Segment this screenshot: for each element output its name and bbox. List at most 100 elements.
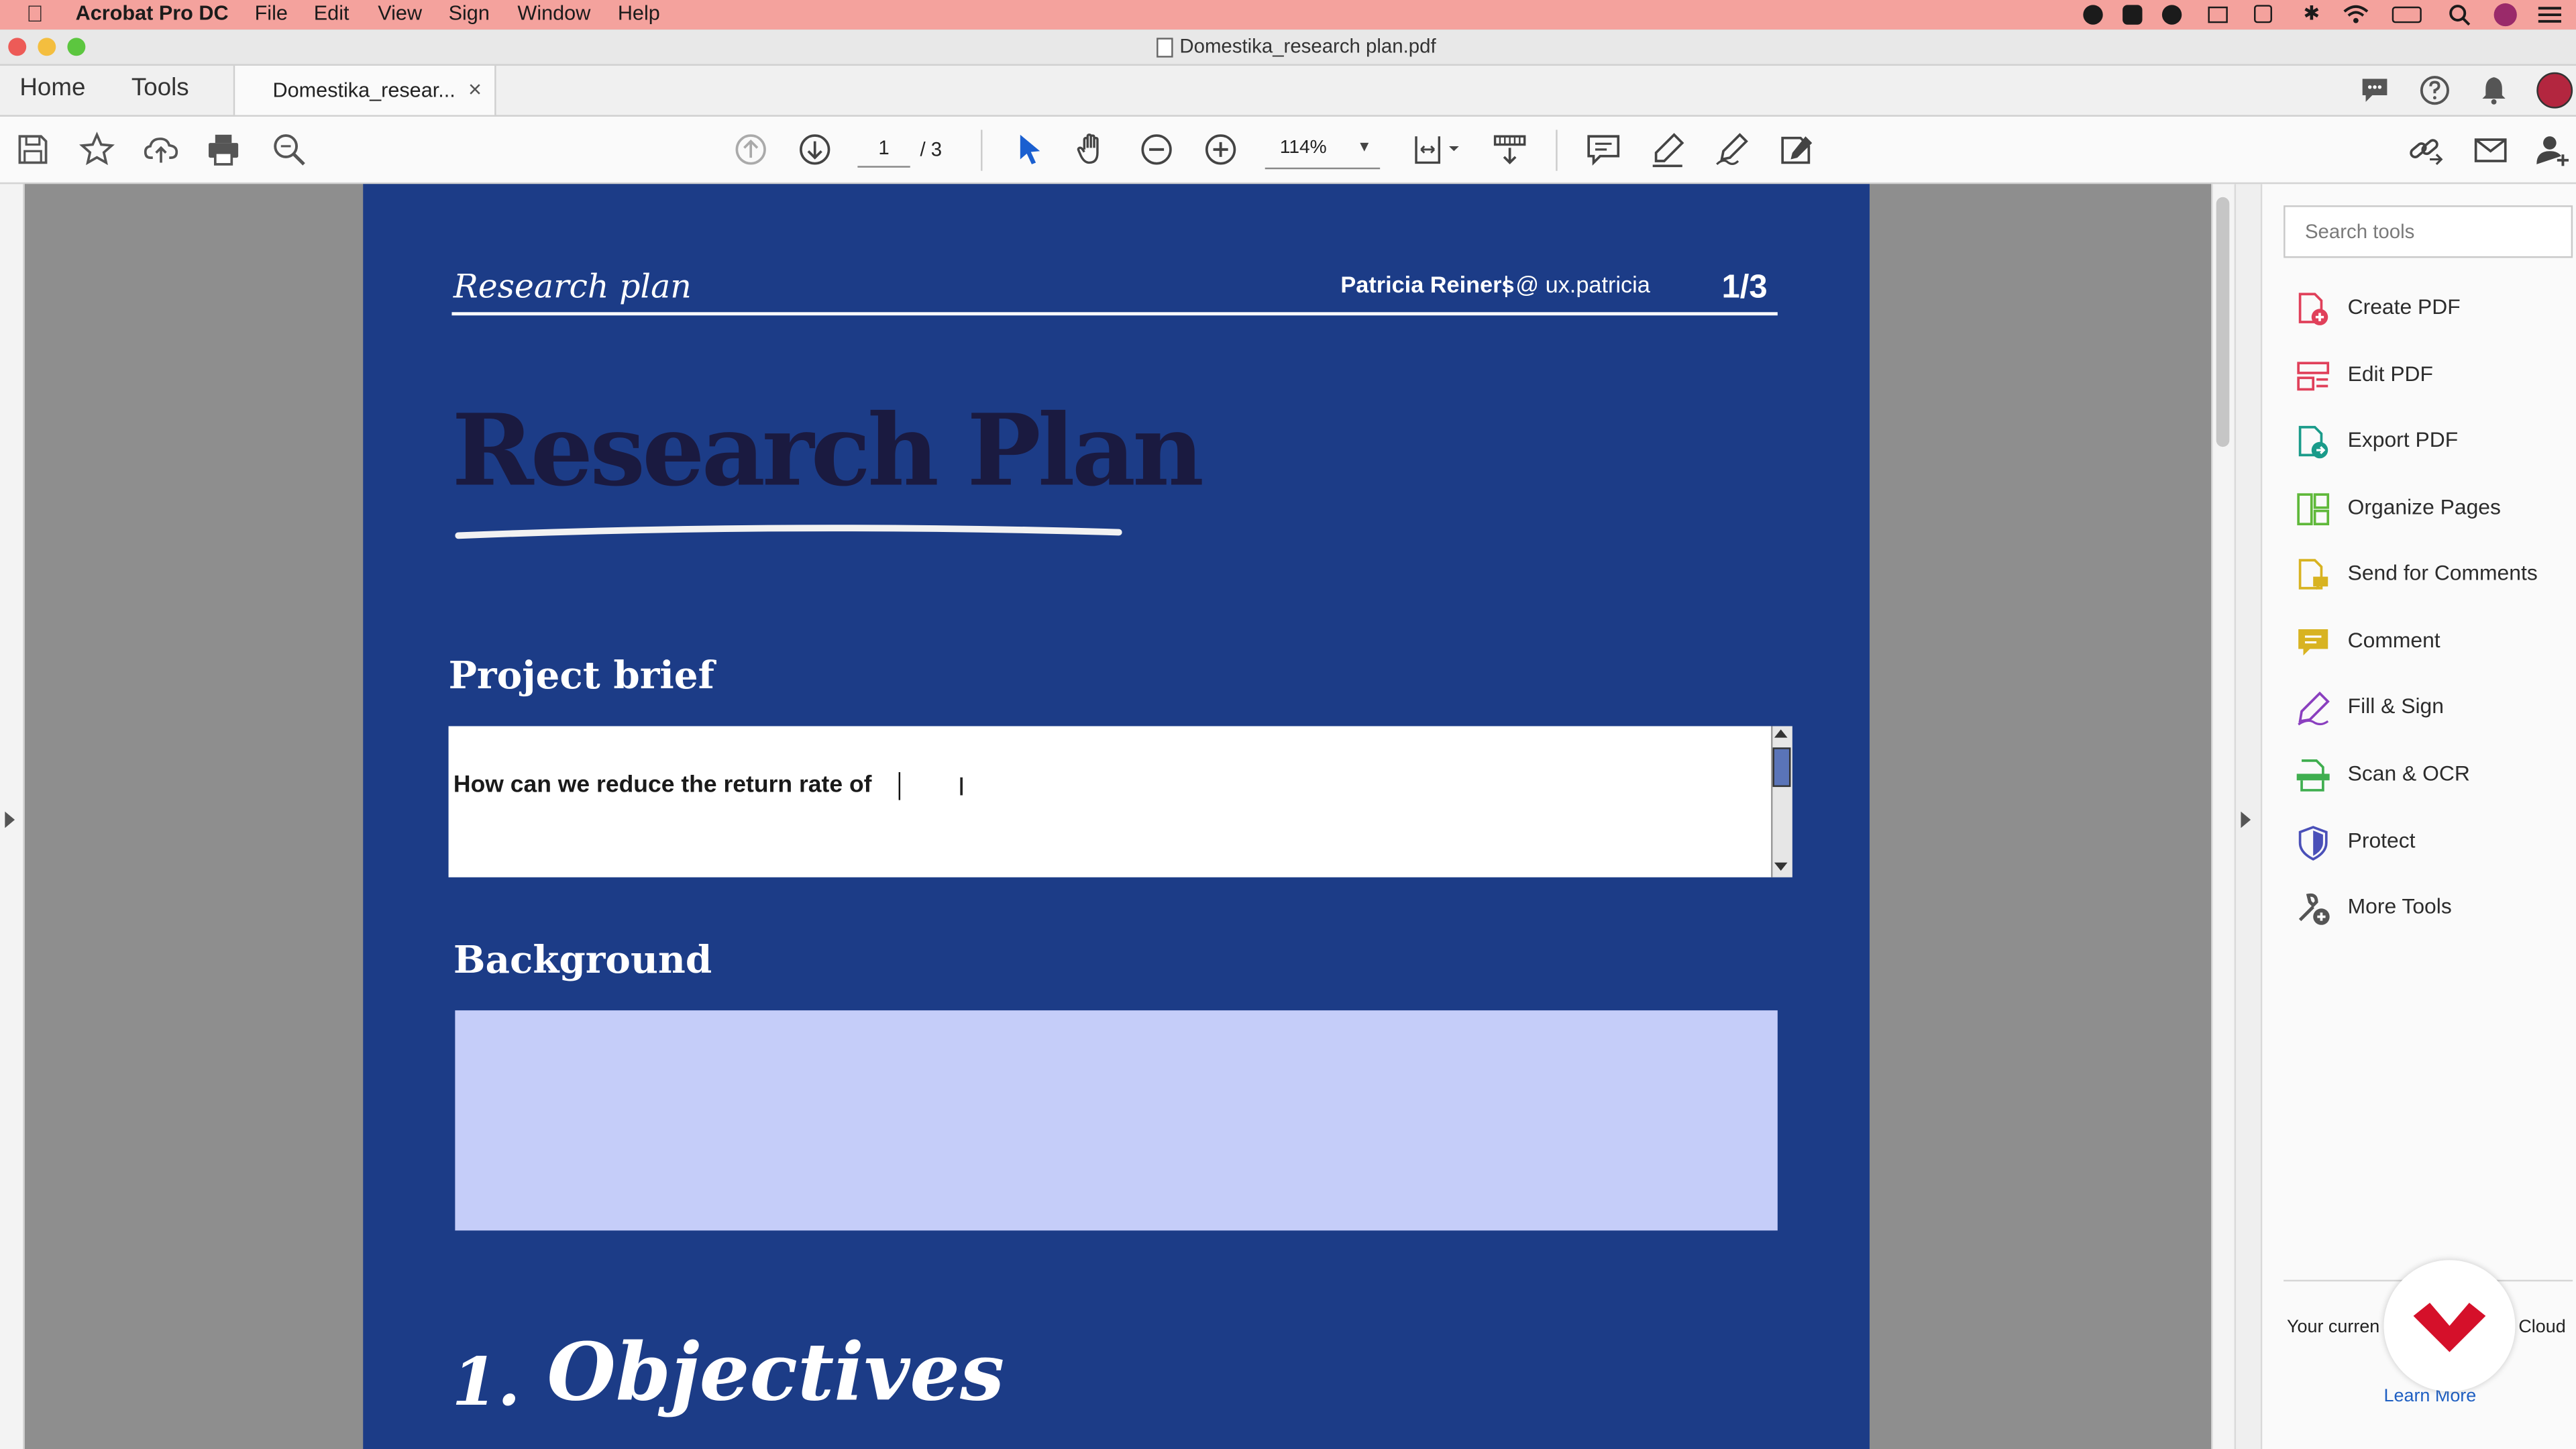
apple-icon[interactable]: : [26, 0, 44, 26]
tool-send-for-comments[interactable]: Send for Comments: [2295, 553, 2574, 596]
export-pdf-icon: [2298, 425, 2328, 459]
zoom-level-dropdown[interactable]: 114% ▼: [1265, 135, 1381, 170]
tab-bar: Home Tools Domestika_resear... ×: [0, 65, 2576, 117]
zoom-window-button[interactable]: [67, 38, 86, 56]
menu-sign[interactable]: Sign: [449, 1, 490, 24]
menu-edit[interactable]: Edit: [314, 1, 350, 24]
highlight-pen-icon[interactable]: [1650, 131, 1686, 168]
tool-create-pdf[interactable]: Create PDF: [2295, 288, 2574, 331]
tool-more-tools[interactable]: More Tools: [2295, 887, 2574, 930]
creative-cloud-icon[interactable]: [2161, 5, 2182, 25]
project-brief-text-field[interactable]: How can we reduce the return rate of I: [448, 726, 1772, 877]
tool-export-pdf[interactable]: Export PDF: [2295, 421, 2574, 464]
user-avatar[interactable]: [2536, 72, 2573, 109]
previous-page-icon[interactable]: [733, 131, 769, 168]
zoom-search-icon[interactable]: [271, 131, 307, 168]
minimize-window-button[interactable]: [38, 38, 56, 56]
background-text-field[interactable]: [455, 1010, 1778, 1231]
tool-protect[interactable]: Protect: [2295, 822, 2574, 865]
hand-tool-icon[interactable]: [1075, 131, 1111, 168]
zoom-out-icon[interactable]: [1138, 131, 1175, 168]
create-pdf-icon: [2298, 292, 2328, 325]
battery-icon[interactable]: [2392, 6, 2422, 23]
brief-text: How can we reduce the return rate of: [453, 772, 872, 799]
control-center-icon[interactable]: [2538, 5, 2561, 24]
menu-view[interactable]: View: [378, 1, 422, 24]
tab-close-icon[interactable]: ×: [468, 76, 482, 102]
help-icon[interactable]: [2418, 74, 2451, 107]
collapse-right-pane-icon[interactable]: [2241, 811, 2251, 828]
expand-left-pane-icon[interactable]: [5, 811, 15, 828]
ibeam-cursor-icon: I: [957, 772, 965, 802]
zoom-in-icon[interactable]: [1203, 131, 1239, 168]
scroll-mode-icon[interactable]: [1492, 131, 1528, 168]
toolbar-divider: [981, 129, 983, 171]
scrollbar-thumb[interactable]: [2216, 197, 2230, 447]
comment-tool-icon[interactable]: [1585, 131, 1621, 168]
field-scroll-down-icon[interactable]: [1774, 862, 1788, 871]
text-caret: [898, 772, 901, 800]
header-rule: [451, 312, 1778, 316]
tool-label: Protect: [2347, 828, 2416, 853]
tool-organize-pages[interactable]: Organize Pages: [2295, 488, 2574, 531]
add-user-icon[interactable]: [2535, 131, 2571, 168]
close-window-button[interactable]: [8, 38, 27, 56]
bookmark-star-icon[interactable]: [79, 131, 115, 168]
app-name-menu[interactable]: Acrobat Pro DC: [76, 1, 229, 24]
airplay-icon[interactable]: [2208, 6, 2228, 23]
menu-help[interactable]: Help: [618, 1, 660, 24]
field-scroll-up-icon[interactable]: [1774, 729, 1788, 738]
section-background: Background: [453, 938, 712, 983]
select-cursor-icon[interactable]: [1012, 131, 1049, 168]
menu-window[interactable]: Window: [517, 1, 590, 24]
domestika-logo-badge: [2383, 1260, 2516, 1392]
email-icon[interactable]: [2473, 131, 2509, 168]
notifications-bell-icon[interactable]: [2477, 74, 2510, 107]
edit-text-icon[interactable]: [1778, 131, 1814, 168]
chat-icon[interactable]: [2359, 74, 2392, 107]
field-scroll-thumb[interactable]: [1772, 747, 1791, 788]
wifi-icon[interactable]: [2343, 3, 2369, 25]
bluetooth-icon[interactable]: ✱: [2303, 1, 2320, 24]
share-link-icon[interactable]: [2407, 131, 2443, 168]
menu-file[interactable]: File: [255, 1, 288, 24]
print-icon[interactable]: [205, 131, 241, 168]
tool-scan-ocr[interactable]: Scan & OCR: [2295, 754, 2574, 797]
tab-home[interactable]: Home: [19, 74, 85, 102]
doc-author: Patricia Reiners: [1340, 271, 1515, 298]
objectives-title: Objectives: [547, 1327, 1005, 1419]
tool-label: Send for Comments: [2347, 560, 2538, 585]
send-for-comments-icon: [2298, 559, 2328, 590]
save-icon[interactable]: [15, 131, 51, 168]
tool-fill-sign[interactable]: Fill & Sign: [2295, 687, 2574, 730]
window-title: Domestika_research plan.pdf: [1179, 34, 1436, 58]
page-number-input[interactable]: 1: [857, 136, 910, 168]
tool-label: More Tools: [2347, 894, 2452, 918]
tab-tools[interactable]: Tools: [131, 74, 189, 102]
organize-pages-icon: [2297, 493, 2330, 526]
sign-pen-icon[interactable]: [1713, 131, 1750, 168]
tool-label: Export PDF: [2347, 427, 2459, 452]
screen-icon[interactable]: [2254, 5, 2272, 23]
doc-page-number: 1/3: [1721, 269, 1768, 306]
record-icon[interactable]: [2083, 5, 2103, 25]
doc-header-title: Research plan: [453, 266, 692, 306]
tool-edit-pdf[interactable]: Edit PDF: [2295, 355, 2574, 398]
video-icon[interactable]: [2123, 5, 2143, 25]
domestika-logo-icon: [2413, 1303, 2486, 1352]
tab-document[interactable]: Domestika_resear... ×: [233, 65, 496, 115]
next-page-icon[interactable]: [797, 131, 833, 168]
title-brush-underline: [455, 525, 1122, 539]
tool-comment[interactable]: Comment: [2295, 621, 2574, 664]
search-icon[interactable]: [2448, 3, 2471, 26]
upload-cloud-icon[interactable]: [143, 131, 179, 168]
page-total: / 3: [920, 138, 943, 162]
siri-icon[interactable]: [2493, 3, 2517, 27]
tool-label: Organize Pages: [2347, 494, 2501, 519]
tool-label: Edit PDF: [2347, 361, 2434, 386]
tools-pane: Search tools Create PDF Edit PDF Export …: [2260, 184, 2576, 1449]
search-tools-input[interactable]: Search tools: [2284, 205, 2573, 258]
doc-main-title: Research Plan: [451, 394, 1203, 510]
tool-label: Scan & OCR: [2347, 760, 2470, 786]
page-fit-icon[interactable]: [1413, 131, 1462, 168]
